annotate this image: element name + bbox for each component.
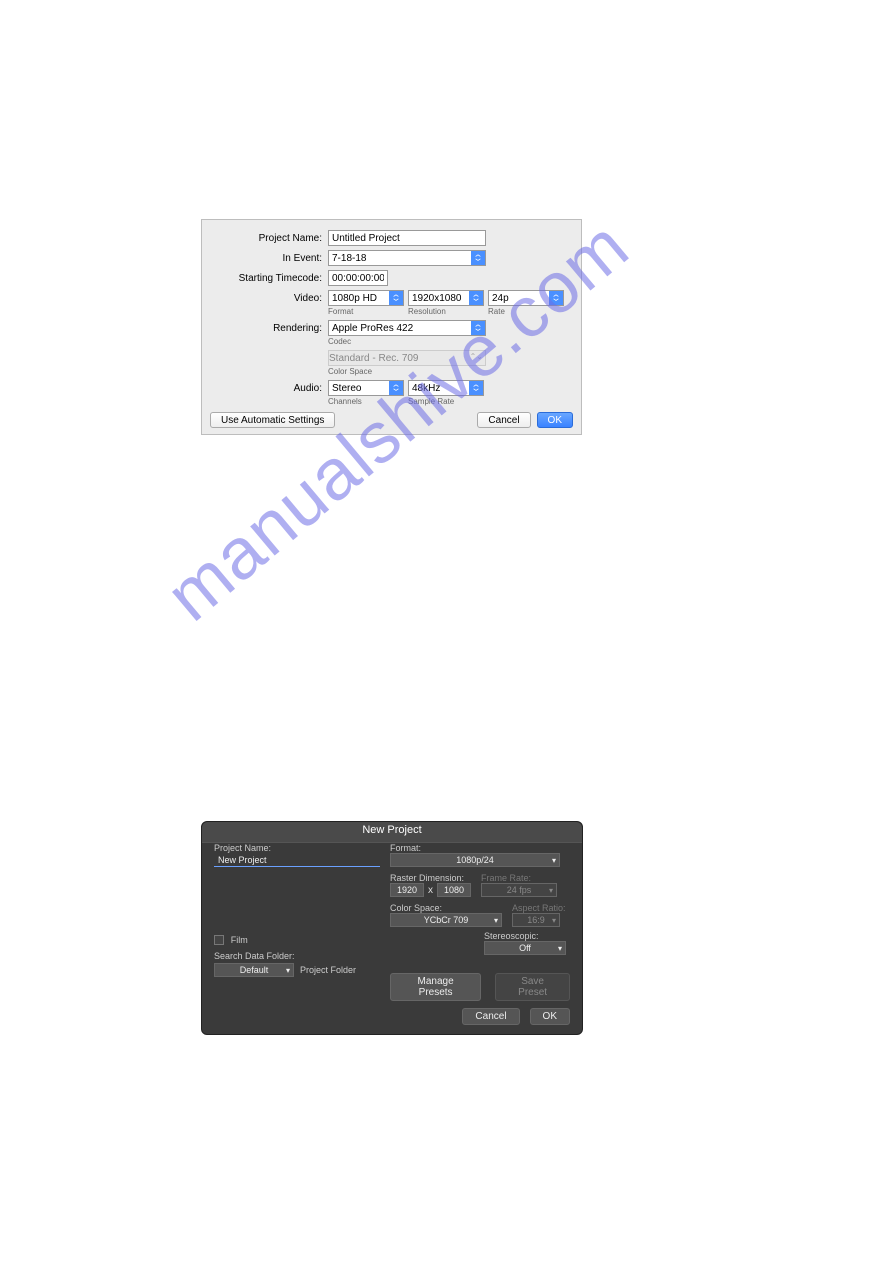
video-label: Video: bbox=[212, 293, 328, 304]
audio-samplerate-sublabel: Sample Rate bbox=[408, 397, 488, 406]
chevron-down-icon bbox=[469, 291, 483, 305]
video-format-value: 1080p HD bbox=[332, 293, 377, 304]
video-rate-value: 24p bbox=[492, 293, 509, 304]
rendering-codec-value: Apple ProRes 422 bbox=[332, 323, 413, 334]
video-format-sublabel: Format bbox=[328, 307, 408, 316]
chevron-down-icon bbox=[549, 291, 563, 305]
video-resolution-value: 1920x1080 bbox=[412, 293, 462, 304]
search-data-folder-label: Search Data Folder: bbox=[214, 951, 382, 961]
audio-channels-value: Stereo bbox=[332, 383, 361, 394]
raster-x-label: x bbox=[424, 885, 437, 896]
audio-channels-sublabel: Channels bbox=[328, 397, 408, 406]
project-folder-label: Project Folder bbox=[300, 965, 356, 975]
cancel-button[interactable]: Cancel bbox=[462, 1008, 519, 1025]
film-checkbox[interactable] bbox=[214, 935, 224, 945]
rendering-codec-sublabel: Codec bbox=[328, 337, 351, 346]
dialog-title: New Project bbox=[202, 822, 582, 843]
video-rate-sublabel: Rate bbox=[488, 307, 568, 316]
chevron-down-icon bbox=[469, 381, 483, 395]
chevron-down-icon bbox=[471, 321, 485, 335]
chevron-down-icon bbox=[389, 291, 403, 305]
stereoscopic-label: Stereoscopic: bbox=[484, 931, 572, 941]
video-resolution-select[interactable]: 1920x1080 bbox=[408, 290, 484, 306]
starting-timecode-input[interactable] bbox=[328, 270, 388, 286]
ok-button[interactable]: OK bbox=[537, 412, 573, 428]
video-rate-select[interactable]: 24p bbox=[488, 290, 564, 306]
save-preset-button-disabled: Save Preset bbox=[495, 973, 570, 1001]
color-space-sublabel: Color Space bbox=[328, 367, 372, 376]
stereoscopic-select[interactable]: Off bbox=[484, 941, 566, 955]
color-space-select-disabled: Standard - Rec. 709 ⌃⌄ bbox=[328, 350, 486, 366]
format-select[interactable]: 1080p/24 bbox=[390, 853, 560, 867]
color-space-label: Color Space: bbox=[390, 903, 502, 913]
audio-channels-select[interactable]: Stereo bbox=[328, 380, 404, 396]
rendering-label: Rendering: bbox=[212, 323, 328, 334]
video-format-select[interactable]: 1080p HD bbox=[328, 290, 404, 306]
rendering-codec-select[interactable]: Apple ProRes 422 bbox=[328, 320, 486, 336]
project-name-input[interactable] bbox=[328, 230, 486, 246]
audio-samplerate-value: 48kHz bbox=[412, 383, 440, 394]
cancel-button[interactable]: Cancel bbox=[477, 412, 530, 428]
raster-dimension-label: Raster Dimension: bbox=[390, 873, 471, 883]
frame-rate-select-disabled: 24 fps bbox=[481, 883, 557, 897]
in-event-select[interactable]: 7-18-18 bbox=[328, 250, 486, 266]
in-event-label: In Event: bbox=[212, 253, 328, 264]
video-resolution-sublabel: Resolution bbox=[408, 307, 488, 316]
manage-presets-button[interactable]: Manage Presets bbox=[390, 973, 481, 1001]
chevron-down-icon bbox=[389, 381, 403, 395]
project-name-label: Project Name: bbox=[212, 233, 328, 244]
audio-label: Audio: bbox=[212, 383, 328, 394]
audio-samplerate-select[interactable]: 48kHz bbox=[408, 380, 484, 396]
in-event-value: 7-18-18 bbox=[332, 253, 366, 264]
color-space-select[interactable]: YCbCr 709 bbox=[390, 913, 502, 927]
frame-rate-label: Frame Rate: bbox=[481, 873, 557, 883]
format-label: Format: bbox=[390, 843, 570, 853]
film-label: Film bbox=[231, 935, 248, 945]
color-space-value: Standard - Rec. 709 bbox=[329, 353, 419, 364]
fcpx-project-settings-dialog: Project Name: In Event: 7-18-18 Starting… bbox=[201, 219, 582, 435]
use-automatic-settings-button[interactable]: Use Automatic Settings bbox=[210, 412, 335, 428]
avid-new-project-dialog: New Project Project Name: New Project Fi… bbox=[201, 821, 583, 1035]
project-name-input[interactable]: New Project bbox=[214, 853, 380, 867]
raster-height-input[interactable]: 1080 bbox=[437, 883, 471, 897]
project-name-label: Project Name: bbox=[214, 843, 382, 853]
raster-width-input[interactable]: 1920 bbox=[390, 883, 424, 897]
ok-button[interactable]: OK bbox=[530, 1008, 570, 1025]
chevron-down-icon bbox=[471, 251, 485, 265]
search-data-folder-select[interactable]: Default bbox=[214, 963, 294, 977]
aspect-ratio-label: Aspect Ratio: bbox=[512, 903, 566, 913]
aspect-ratio-select-disabled: 16:9 bbox=[512, 913, 560, 927]
chevron-up-down-icon: ⌃⌄ bbox=[470, 352, 483, 361]
starting-timecode-label: Starting Timecode: bbox=[212, 273, 328, 284]
